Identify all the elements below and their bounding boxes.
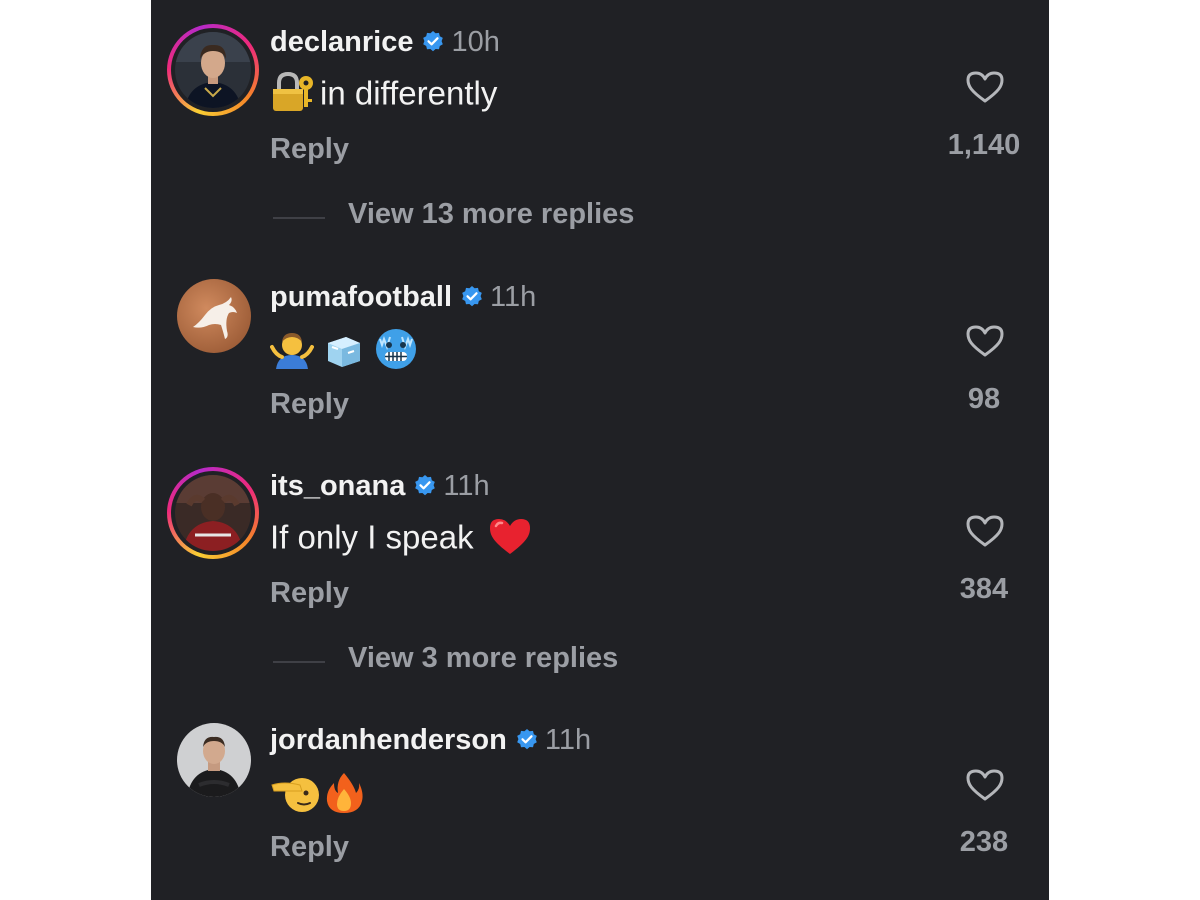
username[interactable]: jordanhenderson xyxy=(270,724,507,756)
comment-text: If only I speak xyxy=(270,518,474,556)
heart-icon[interactable] xyxy=(966,70,1004,109)
comment-emoji-row xyxy=(270,327,418,379)
username[interactable]: pumafootball xyxy=(270,281,452,313)
like-count: 98 xyxy=(967,383,1001,415)
avatar[interactable] xyxy=(175,32,251,108)
thread-line-divider xyxy=(273,217,325,219)
username-row: its_onana 11h xyxy=(270,470,490,506)
like-count: 238 xyxy=(959,826,1009,858)
verified-badge-icon xyxy=(413,473,437,506)
freezing-face-icon xyxy=(374,327,418,379)
comment-text-row: in differently xyxy=(270,71,497,121)
ice-cube-icon xyxy=(324,329,364,377)
saluting-face-icon xyxy=(270,771,320,823)
username-row: declanrice 10h xyxy=(270,26,500,62)
comment-emoji-row xyxy=(270,771,364,823)
view-more-replies-label[interactable]: View 13 more replies xyxy=(348,198,634,231)
comments-panel: declanrice 10h in differently Reply 1,140 xyxy=(151,0,1049,900)
timestamp: 11h xyxy=(544,724,592,756)
avatar[interactable] xyxy=(177,723,251,797)
reply-button[interactable]: Reply xyxy=(270,831,349,864)
heart-icon[interactable] xyxy=(966,768,1004,807)
lock-with-key-icon xyxy=(270,71,316,121)
man-shrugging-icon xyxy=(270,329,314,377)
thread-line-divider xyxy=(273,661,325,663)
avatar-story-ring[interactable] xyxy=(167,24,259,116)
like-count: 1,140 xyxy=(947,129,1021,161)
timestamp: 11h xyxy=(490,281,537,313)
reply-button[interactable]: Reply xyxy=(270,133,349,166)
heart-icon[interactable] xyxy=(966,324,1004,363)
username[interactable]: declanrice xyxy=(270,26,413,58)
timestamp: 11h xyxy=(443,470,490,502)
username-row: pumafootball 11h xyxy=(270,281,536,317)
username[interactable]: its_onana xyxy=(270,470,405,502)
like-count: 384 xyxy=(959,573,1009,605)
comment-text: in differently xyxy=(320,74,498,112)
timestamp: 10h xyxy=(451,26,500,58)
reply-button[interactable]: Reply xyxy=(270,388,349,421)
avatar-story-ring[interactable] xyxy=(167,467,259,559)
heart-icon[interactable] xyxy=(966,514,1004,553)
comment-text-row: If only I speak xyxy=(270,516,532,564)
verified-badge-icon xyxy=(460,284,484,317)
avatar[interactable] xyxy=(175,475,251,551)
reply-button[interactable]: Reply xyxy=(270,577,349,610)
avatar[interactable] xyxy=(177,279,251,353)
fire-icon xyxy=(324,771,364,823)
verified-badge-icon xyxy=(515,727,539,760)
username-row: jordanhenderson 11h xyxy=(270,724,591,760)
verified-badge-icon xyxy=(421,29,445,62)
red-heart-icon xyxy=(488,516,532,564)
view-more-replies-label[interactable]: View 3 more replies xyxy=(348,642,618,675)
